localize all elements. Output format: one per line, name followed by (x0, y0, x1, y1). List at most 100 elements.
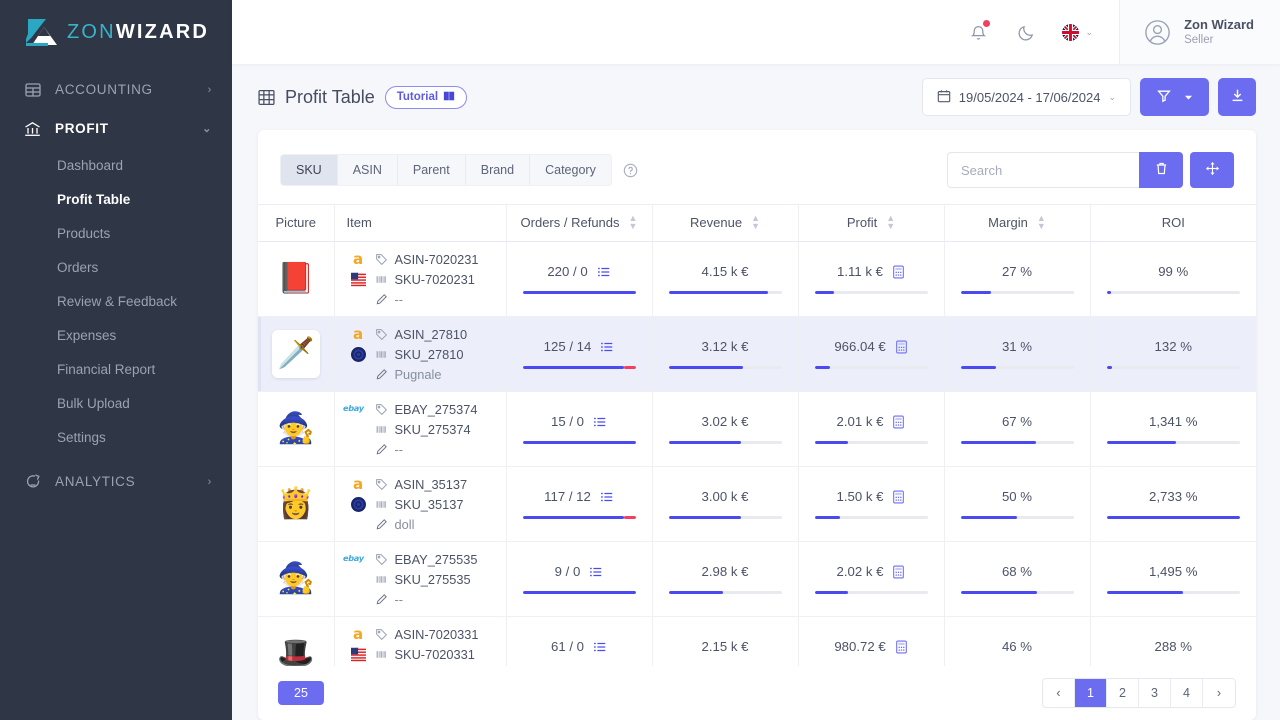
col-margin[interactable]: Margin ▲ ▼ (944, 204, 1091, 242)
calculator-icon[interactable] (895, 640, 908, 654)
cell-margin[interactable]: 50 % (944, 466, 1091, 542)
page-1[interactable]: 1 (1075, 679, 1107, 707)
sort-icon[interactable]: ▲ ▼ (751, 214, 760, 231)
pencil-icon[interactable] (375, 518, 388, 531)
page-2[interactable]: 2 (1107, 679, 1139, 707)
user-menu[interactable]: Zon Wizard Seller (1119, 0, 1280, 64)
cell-revenue[interactable]: 2.98 k € (652, 541, 799, 617)
cell-picture[interactable]: 🧙 (258, 541, 335, 617)
cell-calculator-icon[interactable]: 966.04 € (798, 316, 945, 392)
cell-picture[interactable]: 👸 (258, 466, 335, 542)
cell-calculator-icon[interactable]: 1.50 k € (798, 466, 945, 542)
col-orders-refunds[interactable]: Orders / Refunds ▲ ▼ (506, 204, 653, 242)
sidebar-item-dashboard[interactable]: Dashboard (0, 148, 232, 182)
cell-roi[interactable]: 1,341 % (1090, 391, 1256, 467)
cell-calculator-icon[interactable]: 2.02 k € (798, 541, 945, 617)
cell-roi[interactable]: 1,495 % (1090, 541, 1256, 617)
calculator-icon[interactable] (892, 490, 905, 504)
tab-category[interactable]: Category (530, 155, 611, 185)
list-icon[interactable] (600, 490, 614, 504)
cell-list-icon[interactable]: 9 / 0 (506, 541, 653, 617)
cell-revenue[interactable]: 2.15 k € (652, 616, 799, 666)
bell-icon[interactable] (966, 19, 992, 45)
sort-icon[interactable]: ▲ ▼ (1037, 214, 1046, 231)
list-icon[interactable] (593, 640, 607, 654)
question-circle-icon[interactable] (623, 163, 638, 178)
moon-icon[interactable] (1014, 19, 1040, 45)
move-columns-button[interactable] (1190, 152, 1234, 188)
cell-item[interactable]: ebay EBAY_275535 SKU_275535 -- (334, 541, 507, 617)
col-picture[interactable]: Picture (258, 204, 335, 242)
col-roi[interactable]: ROI (1090, 204, 1256, 242)
sidebar-item-settings[interactable]: Settings (0, 420, 232, 454)
sidebar-group-accounting[interactable]: ACCOUNTING › (0, 70, 232, 109)
sidebar-item-profit-table[interactable]: Profit Table (0, 182, 232, 216)
cell-calculator-icon[interactable]: 2.01 k € (798, 391, 945, 467)
calculator-icon[interactable] (895, 340, 908, 354)
list-icon[interactable] (600, 340, 614, 354)
pencil-icon[interactable] (375, 293, 388, 306)
page-‹[interactable]: ‹ (1043, 679, 1075, 707)
cell-list-icon[interactable]: 117 / 12 (506, 466, 653, 542)
table-row[interactable]: 🧙 ebay EBAY_275374 SKU_275374 -- 15 / 0 3.02 k… (258, 391, 1256, 467)
cell-picture[interactable]: 📕 (258, 241, 335, 317)
list-icon[interactable] (593, 415, 607, 429)
cell-item[interactable]: a ASIN-7020231 SKU-7020231 -- (334, 241, 507, 317)
page-›[interactable]: › (1203, 679, 1235, 707)
tutorial-badge[interactable]: Tutorial (384, 85, 468, 109)
cell-calculator-icon[interactable]: 980.72 € (798, 616, 945, 666)
cell-roi[interactable]: 288 % (1090, 616, 1256, 666)
download-button[interactable] (1218, 78, 1256, 116)
cell-revenue[interactable]: 3.12 k € (652, 316, 799, 392)
cell-margin[interactable]: 67 % (944, 391, 1091, 467)
cell-revenue[interactable]: 3.02 k € (652, 391, 799, 467)
filter-button[interactable] (1140, 78, 1209, 116)
pencil-icon[interactable] (375, 443, 388, 456)
cell-picture[interactable]: 🎩 (258, 616, 335, 666)
sidebar-item-orders[interactable]: Orders (0, 250, 232, 284)
cell-calculator-icon[interactable]: 1.11 k € (798, 241, 945, 317)
sidebar-item-review-feedback[interactable]: Review & Feedback (0, 284, 232, 318)
cell-item[interactable]: a ASIN-7020331 SKU-7020331 -- (334, 616, 507, 666)
sidebar-item-products[interactable]: Products (0, 216, 232, 250)
cell-revenue[interactable]: 3.00 k € (652, 466, 799, 542)
cell-list-icon[interactable]: 220 / 0 (506, 241, 653, 317)
cell-picture[interactable]: 🧙 (258, 391, 335, 467)
sidebar-item-financial-report[interactable]: Financial Report (0, 352, 232, 386)
tab-brand[interactable]: Brand (465, 155, 531, 185)
page-3[interactable]: 3 (1139, 679, 1171, 707)
cell-item[interactable]: a ASIN_27810 SKU_27810 Pugnale (334, 316, 507, 392)
cell-list-icon[interactable]: 125 / 14 (506, 316, 653, 392)
table-row[interactable]: 📕 a ASIN-7020231 SKU-7020231 -- 220 / 0 4.15 k… (258, 241, 1256, 317)
table-scroll-area[interactable]: Picture Item Orders / Refunds ▲ ▼ Revenue ▲… (258, 204, 1256, 666)
brand-logo[interactable]: ZONWIZARD (0, 0, 232, 64)
cell-roi[interactable]: 2,733 % (1090, 466, 1256, 542)
col-revenue[interactable]: Revenue ▲ ▼ (652, 204, 799, 242)
language-selector[interactable]: ⌄ (1061, 23, 1093, 41)
cell-margin[interactable]: 27 % (944, 241, 1091, 317)
list-icon[interactable] (597, 265, 611, 279)
col-profit[interactable]: Profit ▲ ▼ (798, 204, 945, 242)
calculator-icon[interactable] (892, 265, 905, 279)
cell-list-icon[interactable]: 15 / 0 (506, 391, 653, 467)
delete-button[interactable] (1139, 152, 1183, 188)
table-row[interactable]: 👸 a ASIN_35137 SKU_35137 doll 117 / 12 3.00 k … (258, 466, 1256, 542)
tab-asin[interactable]: ASIN (337, 155, 398, 185)
cell-item[interactable]: ebay EBAY_275374 SKU_275374 -- (334, 391, 507, 467)
list-icon[interactable] (589, 565, 603, 579)
sidebar-group-profit[interactable]: PROFIT ⌄ (0, 109, 232, 148)
tab-parent[interactable]: Parent (397, 155, 466, 185)
cell-roi[interactable]: 132 % (1090, 316, 1256, 392)
page-size-select[interactable]: 25 (278, 681, 324, 705)
cell-roi[interactable]: 99 % (1090, 241, 1256, 317)
pencil-icon[interactable] (375, 593, 388, 606)
calculator-icon[interactable] (892, 415, 905, 429)
cell-margin[interactable]: 46 % (944, 616, 1091, 666)
col-item[interactable]: Item (334, 204, 507, 242)
cell-revenue[interactable]: 4.15 k € (652, 241, 799, 317)
pencil-icon[interactable] (375, 368, 388, 381)
cell-picture[interactable]: 🗡️ (258, 316, 335, 392)
sort-icon[interactable]: ▲ ▼ (886, 214, 895, 231)
sidebar-item-expenses[interactable]: Expenses (0, 318, 232, 352)
tab-sku[interactable]: SKU (281, 155, 338, 185)
